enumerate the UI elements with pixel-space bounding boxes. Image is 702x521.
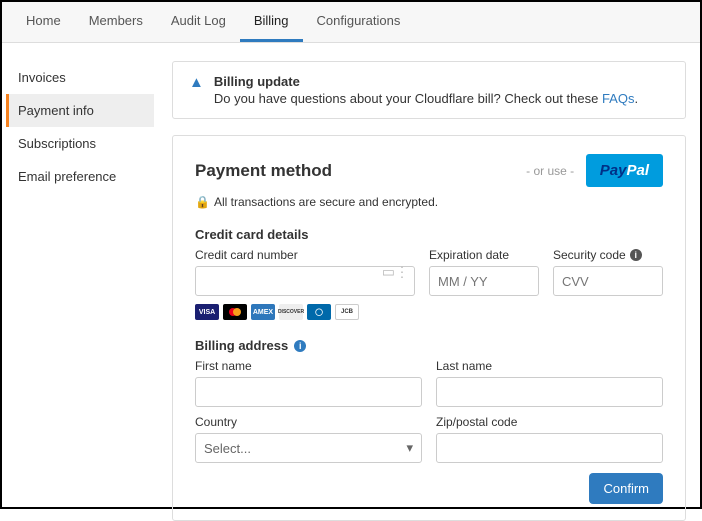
zip-label: Zip/postal code (436, 415, 663, 429)
faqs-link[interactable]: FAQs (602, 91, 635, 106)
exp-input[interactable] (429, 266, 539, 296)
paypal-button[interactable]: PayPal (586, 154, 663, 187)
zip-input[interactable] (436, 433, 663, 463)
last-name-input[interactable] (436, 377, 663, 407)
top-nav: Home Members Audit Log Billing Configura… (2, 2, 700, 43)
sidebar-item-payment-info[interactable]: Payment info (6, 94, 154, 127)
tab-home[interactable]: Home (12, 2, 75, 42)
paypal-text-1: Pay (600, 162, 627, 179)
cc-section-title: Credit card details (195, 227, 663, 242)
tab-members[interactable]: Members (75, 2, 157, 42)
info-icon[interactable]: i (630, 249, 642, 261)
chevron-down-icon: ▾ (406, 440, 413, 456)
secure-text: All transactions are secure and encrypte… (214, 195, 438, 209)
jcb-icon: JCB (335, 304, 359, 320)
main-content: ▲ Billing update Do you have questions a… (172, 61, 686, 521)
or-use-label: - or use - (526, 164, 574, 178)
cvv-input[interactable] (553, 266, 663, 296)
amex-icon: AMEX (251, 304, 275, 320)
paypal-text-2: Pal (626, 162, 649, 179)
card-brands: VISA AMEX DISCOVER ◯ JCB (195, 304, 663, 320)
info-icon[interactable]: i (294, 340, 306, 352)
sidebar-item-invoices[interactable]: Invoices (6, 61, 154, 94)
first-name-label: First name (195, 359, 422, 373)
country-value: Select... (204, 441, 251, 456)
exp-label: Expiration date (429, 248, 539, 262)
payment-heading: Payment method (195, 161, 332, 181)
cc-number-label: Credit card number (195, 248, 415, 262)
sidebar: Invoices Payment info Subscriptions Emai… (6, 61, 154, 521)
notice-text-body: Do you have questions about your Cloudfl… (214, 91, 602, 106)
visa-icon: VISA (195, 304, 219, 320)
payment-card: Payment method - or use - PayPal 🔒 All t… (172, 135, 686, 521)
card-icon: ▭⋮ (382, 264, 409, 281)
billing-section-title: Billing address (195, 338, 288, 353)
cvv-label: Security code i (553, 248, 663, 262)
warning-icon: ▲ (189, 74, 204, 91)
diners-icon: ◯ (307, 304, 331, 320)
notice-title: Billing update (214, 74, 669, 89)
first-name-input[interactable] (195, 377, 422, 407)
lock-icon: 🔒 (195, 195, 210, 209)
discover-icon: DISCOVER (279, 304, 303, 320)
notice-text: Do you have questions about your Cloudfl… (214, 91, 669, 106)
confirm-button[interactable]: Confirm (589, 473, 663, 504)
last-name-label: Last name (436, 359, 663, 373)
country-select[interactable]: Select... ▾ (195, 433, 422, 463)
tab-billing[interactable]: Billing (240, 2, 303, 42)
sidebar-item-subscriptions[interactable]: Subscriptions (6, 127, 154, 160)
notice-suffix: . (634, 91, 638, 106)
tab-audit-log[interactable]: Audit Log (157, 2, 240, 42)
billing-notice: ▲ Billing update Do you have questions a… (172, 61, 686, 119)
cvv-label-text: Security code (553, 248, 626, 262)
tab-configurations[interactable]: Configurations (303, 2, 415, 42)
country-label: Country (195, 415, 422, 429)
sidebar-item-email-preference[interactable]: Email preference (6, 160, 154, 193)
mastercard-icon (223, 304, 247, 320)
